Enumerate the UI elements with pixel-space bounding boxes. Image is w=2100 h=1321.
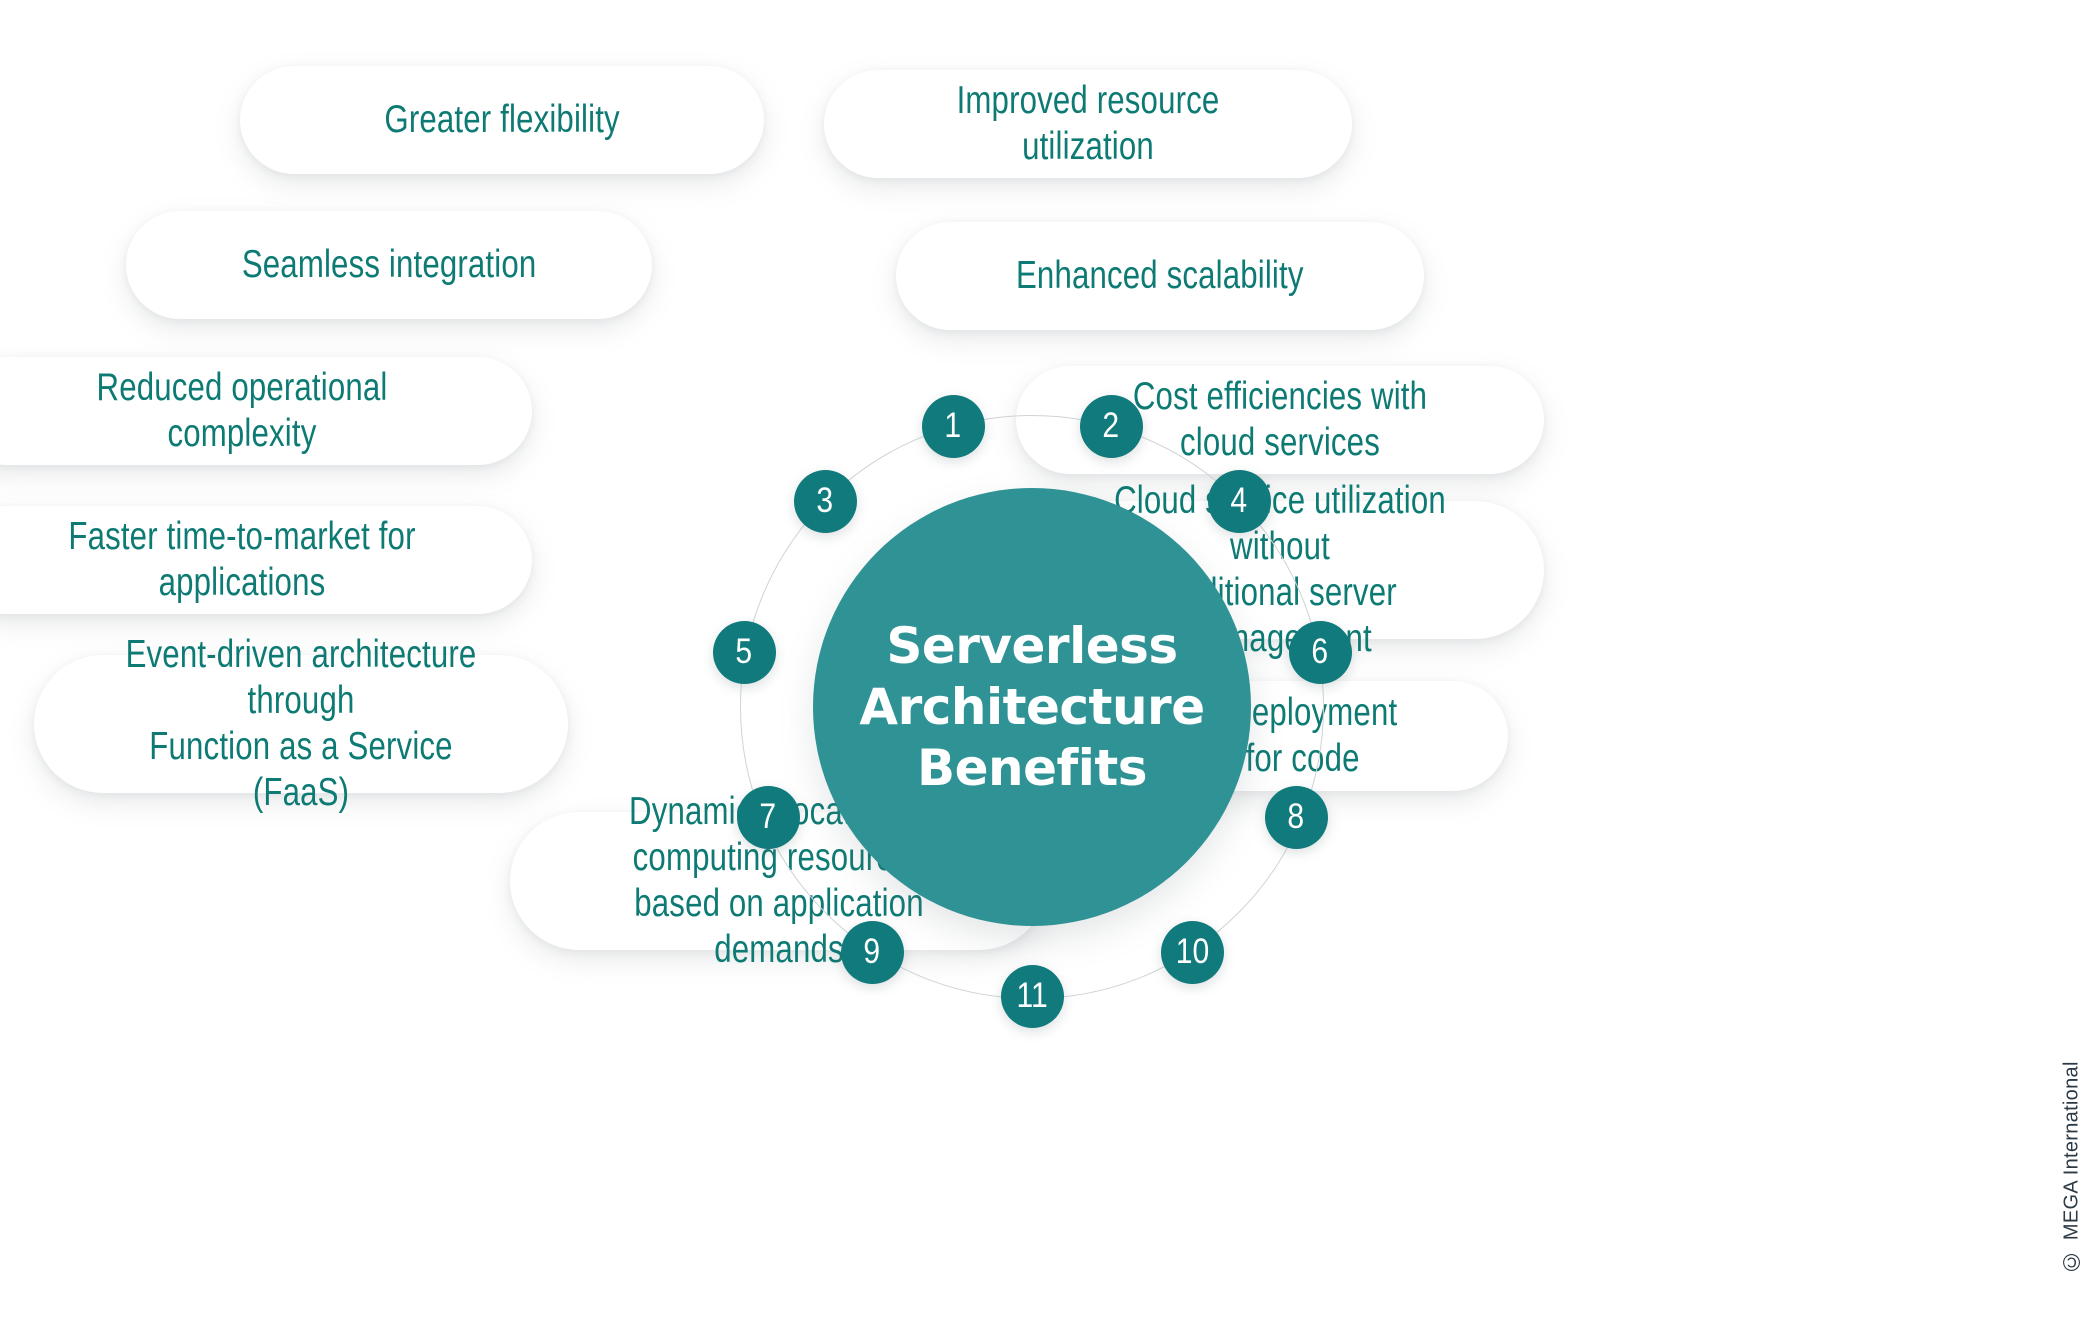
node-marker-5[interactable]: 5 — [712, 620, 776, 684]
node-marker-9[interactable]: 9 — [840, 920, 904, 984]
node-number-8: 8 — [1287, 797, 1305, 836]
diagram-canvas: Greater flexibility Improved resource ut… — [0, 0, 2100, 1321]
benefit-label-3: Seamless integration — [241, 242, 537, 286]
benefit-pill-5[interactable]: Reduced operational complexity — [0, 357, 532, 465]
copyright-icon: © — [2058, 1247, 2085, 1275]
benefit-label-2: Improved resource utilization — [956, 78, 1220, 168]
node-number-11: 11 — [1016, 976, 1048, 1015]
node-marker-1[interactable]: 1 — [921, 394, 985, 458]
benefit-label-1: Greater flexibility — [384, 97, 620, 141]
node-marker-8[interactable]: 8 — [1264, 785, 1328, 849]
node-number-6: 6 — [1311, 632, 1329, 671]
benefit-label-5: Reduced operational complexity — [96, 365, 388, 455]
node-number-1: 1 — [944, 406, 962, 445]
node-number-4: 4 — [1230, 481, 1248, 520]
node-marker-11[interactable]: 11 — [1000, 964, 1064, 1028]
benefit-pill-9[interactable]: Event-driven architecture through Functi… — [34, 633, 568, 814]
node-marker-7[interactable]: 7 — [736, 785, 800, 849]
hub-title: Serverless Architecture Benefits — [859, 616, 1205, 797]
benefit-label-7: Faster time-to-market for applications — [68, 514, 416, 604]
benefit-pill-7[interactable]: Faster time-to-market for applications — [0, 506, 532, 614]
node-marker-10[interactable]: 10 — [1160, 920, 1224, 984]
credit-text: MEGA International — [2060, 1060, 2083, 1240]
node-number-7: 7 — [759, 797, 777, 836]
copyright-credit: © MEGA International — [2058, 1060, 2085, 1275]
node-number-3: 3 — [816, 481, 834, 520]
node-marker-4[interactable]: 4 — [1207, 469, 1271, 533]
benefit-label-4: Enhanced scalability — [1016, 253, 1304, 297]
node-marker-2[interactable]: 2 — [1079, 394, 1143, 458]
node-number-2: 2 — [1102, 406, 1120, 445]
node-number-10: 10 — [1175, 932, 1209, 971]
benefit-pill-4[interactable]: Enhanced scalability — [896, 222, 1424, 330]
benefit-label-9: Event-driven architecture through Functi… — [125, 632, 477, 815]
node-number-9: 9 — [863, 932, 881, 971]
benefit-pill-3[interactable]: Seamless integration — [126, 211, 652, 319]
node-marker-3[interactable]: 3 — [793, 469, 857, 533]
node-marker-6[interactable]: 6 — [1288, 620, 1352, 684]
hub-circle: Serverless Architecture Benefits — [813, 488, 1251, 926]
benefit-pill-1[interactable]: Greater flexibility — [240, 66, 764, 174]
node-number-5: 5 — [735, 632, 753, 671]
benefit-pill-2[interactable]: Improved resource utilization — [824, 70, 1352, 178]
